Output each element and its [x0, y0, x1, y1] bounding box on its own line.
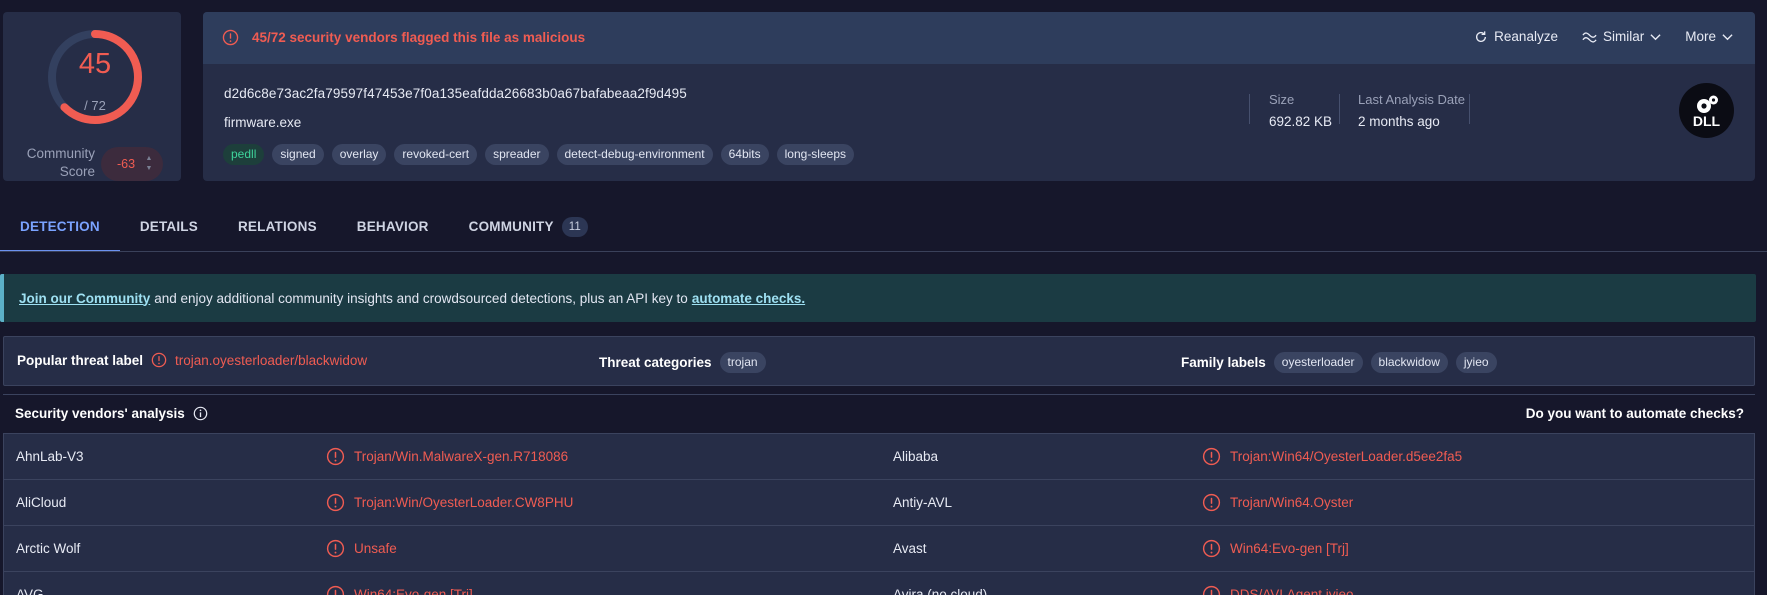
- similar-icon: [1582, 31, 1597, 43]
- file-tags: pedll signed overlay revoked-cert spread…: [223, 144, 854, 165]
- tag-pill[interactable]: pedll: [223, 144, 265, 165]
- automate-checks-prompt[interactable]: Do you want to automate checks?: [1526, 406, 1744, 421]
- size-value: 692.82 KB: [1269, 114, 1333, 129]
- vendor-name: Antiy-AVL: [893, 495, 953, 510]
- last-analysis: Last Analysis Date 2 months ago: [1358, 92, 1465, 129]
- table-row: Arctic Wolf Unsafe Avast Win64:Evo-gen […: [4, 526, 1754, 572]
- popular-threat-label: Popular threat label trojan.oyesterloade…: [17, 352, 367, 368]
- detection-alert-bar: 45/72 security vendors flagged this file…: [203, 12, 1755, 64]
- chevron-down-icon: [1650, 33, 1661, 40]
- popular-threat-value[interactable]: trojan.oyesterloader/blackwidow: [175, 353, 367, 368]
- refresh-icon: [1476, 30, 1487, 42]
- alert-circle-icon: [151, 352, 167, 368]
- alert-circle-icon: [1202, 539, 1221, 558]
- alert-circle-icon: [326, 493, 345, 512]
- vendor-result: Trojan:Win64/OyesterLoader.d5ee2fa5: [1202, 447, 1462, 466]
- threat-labels-row: Popular threat label trojan.oyesterloade…: [3, 336, 1755, 386]
- vendor-result: Trojan/Win64.Oyster: [1202, 493, 1353, 512]
- detected-count: 45: [78, 48, 112, 80]
- file-type-badge: DLL: [1679, 83, 1734, 138]
- file-name: firmware.exe: [224, 115, 302, 130]
- alert-circle-icon: [1202, 585, 1221, 595]
- table-row: AliCloud Trojan:Win/OyesterLoader.CW8PHU…: [4, 480, 1754, 526]
- vendors-table: AhnLab-V3 Trojan/Win.MalwareX-gen.R71808…: [3, 434, 1755, 595]
- community-score-label: Community Score: [26, 146, 95, 179]
- alert-circle-icon: [326, 585, 345, 595]
- automate-checks-link[interactable]: automate checks.: [692, 291, 805, 306]
- alert-circle-icon: [222, 29, 239, 46]
- reanalyze-button[interactable]: Reanalyze: [1474, 29, 1558, 44]
- total-vendors: / 72: [84, 98, 106, 113]
- vendor-result: Trojan/Win.MalwareX-gen.R718086: [326, 447, 568, 466]
- vendor-name: AhnLab-V3: [16, 449, 84, 464]
- tag-pill[interactable]: revoked-cert: [394, 144, 478, 165]
- tab-details[interactable]: DETAILS: [120, 205, 218, 252]
- file-summary-card: 45/72 security vendors flagged this file…: [203, 12, 1755, 181]
- detection-score-card: 45 / 72 Community Score -63 ▲ ▼: [3, 12, 181, 181]
- table-row: AVG Win64:Evo-gen [Trj] Avira (no cloud)…: [4, 572, 1754, 595]
- file-size: Size 692.82 KB: [1269, 92, 1332, 129]
- community-score-value[interactable]: -63 ▲ ▼: [101, 147, 163, 181]
- tag-pill[interactable]: signed: [272, 144, 324, 165]
- tab-detection[interactable]: DETECTION: [0, 205, 120, 252]
- alert-circle-icon: [326, 539, 345, 558]
- vendor-name: Arctic Wolf: [16, 541, 81, 556]
- file-hash[interactable]: d2d6c8e73ac2fa79597f47453e7f0a135eafdda2…: [224, 86, 687, 101]
- vendor-name: Avira (no cloud): [893, 587, 988, 595]
- community-banner: Join our Community and enjoy additional …: [0, 274, 1756, 322]
- size-label: Size: [1269, 92, 1295, 107]
- vendor-result: Unsafe: [326, 539, 397, 558]
- vendors-title: Security vendors' analysis: [15, 406, 208, 421]
- tab-community[interactable]: COMMUNITY 11: [449, 205, 608, 252]
- popular-threat-title: Popular threat label: [17, 352, 144, 368]
- family-tag[interactable]: jyieo: [1455, 352, 1497, 373]
- vendor-result: DDS/AVI.Agent.jyieo: [1202, 585, 1354, 595]
- family-tag[interactable]: oyesterloader: [1273, 352, 1363, 373]
- malicious-flag-text: 45/72 security vendors flagged this file…: [252, 30, 586, 45]
- alert-circle-icon: [1202, 447, 1221, 466]
- vote-arrows-icon[interactable]: ▲ ▼: [145, 154, 153, 174]
- chevron-down-icon: [1722, 33, 1733, 40]
- file-type-text: DLL: [1692, 112, 1721, 129]
- vendor-name: Alibaba: [893, 449, 939, 464]
- tab-relations[interactable]: RELATIONS: [218, 205, 337, 252]
- report-tabs: DETECTION DETAILS RELATIONS BEHAVIOR COM…: [0, 205, 608, 252]
- alert-circle-icon: [1202, 493, 1221, 512]
- similar-dropdown[interactable]: Similar: [1582, 29, 1661, 44]
- threat-categories-title: Threat categories: [599, 355, 712, 370]
- date-label: Last Analysis Date: [1358, 92, 1465, 107]
- vendor-name: AVG: [16, 587, 44, 595]
- vendor-name: AliCloud: [16, 495, 67, 510]
- info-icon[interactable]: [193, 406, 208, 421]
- tag-pill[interactable]: spreader: [485, 144, 549, 165]
- more-dropdown[interactable]: More: [1685, 29, 1733, 44]
- table-row: AhnLab-V3 Trojan/Win.MalwareX-gen.R71808…: [4, 434, 1754, 480]
- divider: [1469, 94, 1470, 124]
- category-tag[interactable]: trojan: [719, 352, 766, 373]
- tag-pill[interactable]: long-sleeps: [776, 144, 854, 165]
- vendor-result: Win64:Evo-gen [Trj]: [1202, 539, 1349, 558]
- community-count-badge: 11: [561, 217, 589, 237]
- banner-text: and enjoy additional community insights …: [154, 290, 688, 306]
- family-tag[interactable]: blackwidow: [1370, 352, 1448, 373]
- family-labels: Family labels oyesterloader blackwidow j…: [1181, 352, 1497, 373]
- join-community-link[interactable]: Join our Community: [19, 291, 150, 306]
- vendor-name: Avast: [893, 541, 927, 556]
- divider: [1339, 94, 1340, 124]
- tab-behavior[interactable]: BEHAVIOR: [337, 205, 449, 252]
- vendors-header: Security vendors' analysis Do you want t…: [3, 394, 1755, 434]
- alert-circle-icon: [326, 447, 345, 466]
- vendor-result: Win64:Evo-gen [Trj]: [326, 585, 473, 595]
- tag-pill[interactable]: detect-debug-environment: [556, 144, 713, 165]
- family-labels-title: Family labels: [1181, 355, 1266, 370]
- header-actions: Reanalyze Similar More: [1474, 29, 1733, 44]
- threat-categories: Threat categories trojan: [599, 352, 766, 373]
- tag-pill[interactable]: overlay: [331, 144, 387, 165]
- date-value: 2 months ago: [1358, 114, 1440, 129]
- vendor-result: Trojan:Win/OyesterLoader.CW8PHU: [326, 493, 573, 512]
- tag-pill[interactable]: 64bits: [720, 144, 769, 165]
- tabs-divider: [0, 251, 1767, 252]
- divider: [1249, 94, 1250, 124]
